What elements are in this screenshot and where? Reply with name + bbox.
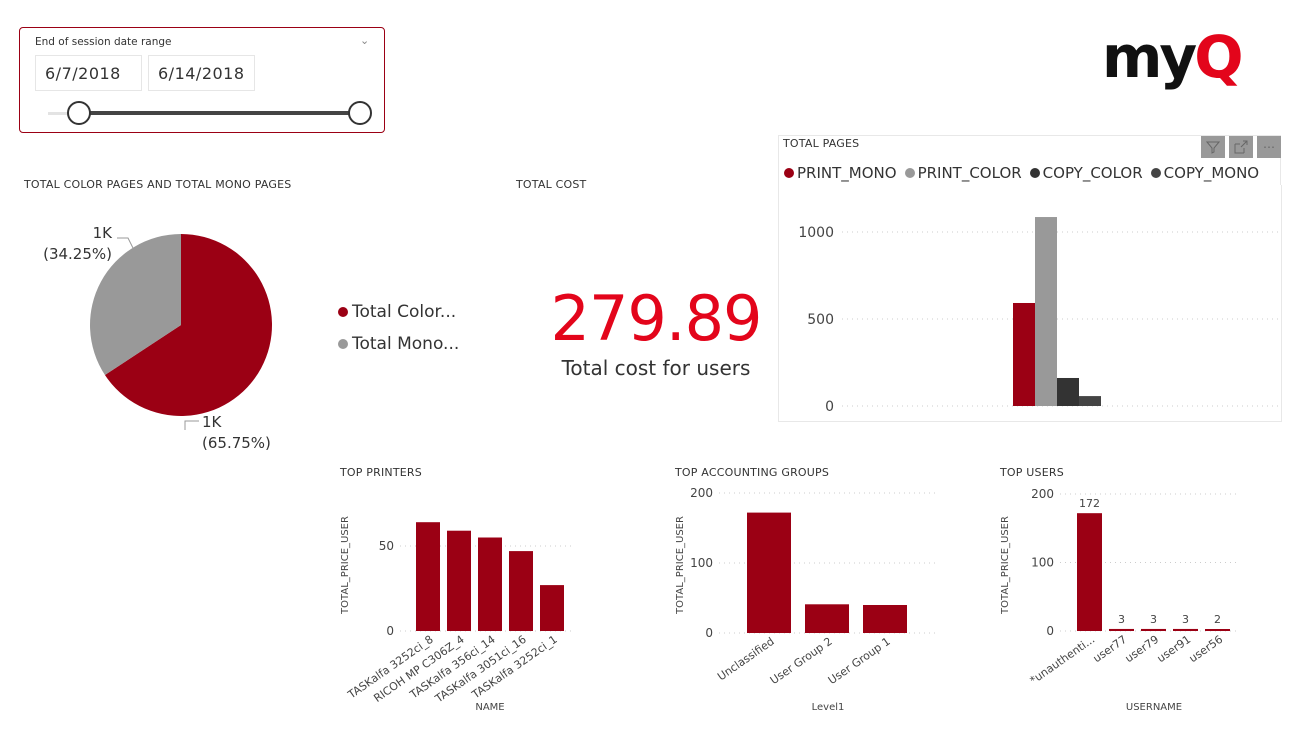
bar <box>1141 628 1166 631</box>
bar <box>478 537 502 631</box>
bar <box>1077 513 1102 631</box>
pie-leader-line <box>117 237 134 249</box>
top-users-chart: 0 100 200 172 *unauthenti... 3 user77 3 user79 3 u… <box>1000 487 1240 713</box>
bar <box>1109 628 1134 631</box>
x-tick-label: User Group 1 <box>826 635 893 687</box>
x-tick-label: user56 <box>1187 633 1226 665</box>
legend-item[interactable]: COPY_COLOR <box>1029 164 1143 182</box>
pie-data-label: 1K <box>93 224 114 242</box>
data-label: 3 <box>1118 613 1125 626</box>
top-users-title: TOP USERS <box>1000 466 1064 479</box>
chevron-down-icon[interactable]: ⌄ <box>360 34 369 47</box>
top-groups-title: TOP ACCOUNTING GROUPS <box>675 466 830 479</box>
x-tick-label: user79 <box>1123 633 1162 665</box>
legend-item[interactable]: PRINT_MONO <box>784 164 897 182</box>
legend-label: PRINT_MONO <box>797 164 897 182</box>
legend-label: PRINT_COLOR <box>917 164 1022 182</box>
top-printers-chart: 050TASKalfa 3252ci_8RICOH MP C306Z_4TASK… <box>340 516 575 713</box>
bar <box>805 604 849 633</box>
pie-leader-line <box>184 420 199 430</box>
x-tick-label: User Group 2 <box>768 635 835 687</box>
legend-dot <box>1029 168 1040 178</box>
total-pages-legend: PRINT_MONO PRINT_COLOR COPY_COLOR COPY_MONO <box>784 164 1259 182</box>
kpi-label: Total cost for users <box>561 356 751 380</box>
legend-label: COPY_COLOR <box>1042 164 1143 182</box>
legend-dot <box>784 168 794 178</box>
legend-item[interactable]: COPY_MONO <box>1150 164 1260 182</box>
pie-chart: 1K (65.75%) 1K (34.25%) <box>43 224 272 452</box>
y-axis-title: TOTAL_PRICE_USER <box>340 516 351 615</box>
y-axis-title: TOTAL_PRICE_USER <box>1000 516 1011 615</box>
logo-text-q: Q <box>1194 23 1243 91</box>
start-date-input[interactable]: 6/7/2018 <box>35 55 142 91</box>
slider-track-active[interactable] <box>79 111 360 115</box>
logo-text-my: my <box>1102 23 1197 91</box>
legend-dot <box>1150 168 1161 178</box>
total-pages-title: TOTAL PAGES <box>783 137 860 150</box>
slider-start-handle[interactable] <box>67 101 91 125</box>
slicer-title: End of session date range <box>35 36 172 48</box>
date-range-slicer: End of session date range ⌄ 6/7/2018 6/1… <box>19 27 385 133</box>
bar <box>447 530 471 631</box>
kpi-title: TOTAL COST <box>516 178 587 191</box>
filter-icon[interactable] <box>1201 136 1225 158</box>
bar <box>747 512 791 633</box>
y-tick-label: 200 <box>690 486 713 500</box>
pie-legend-mono[interactable]: Total Mono... <box>338 334 459 354</box>
pie-data-label: (34.25%) <box>43 245 112 263</box>
legend-dot-mono <box>338 339 348 349</box>
legend-label-color: Total Color... <box>352 302 457 322</box>
legend-dot <box>904 168 915 178</box>
y-tick-label: 500 <box>807 312 834 328</box>
bar <box>509 551 533 631</box>
legend-dot-color <box>338 307 348 317</box>
legend-label: COPY_MONO <box>1163 164 1260 182</box>
top-printers-title: TOP PRINTERS <box>340 466 422 479</box>
total-pages-chart: 0 500 1000 <box>798 217 1280 415</box>
y-tick-label: 1000 <box>798 225 834 241</box>
kpi-value: 279.89 <box>550 282 763 355</box>
pie-data-label: 1K <box>202 413 223 431</box>
pie-chart-title: TOTAL COLOR PAGES AND TOTAL MONO PAGES <box>24 178 292 191</box>
y-tick-label: 0 <box>705 626 713 640</box>
bar-copy_mono <box>1079 396 1101 406</box>
bar-print_color <box>1035 217 1057 406</box>
x-axis-title: USERNAME <box>1126 702 1182 713</box>
pie-legend-color[interactable]: Total Color... <box>338 302 456 322</box>
y-tick-label: 0 <box>1046 624 1054 638</box>
bar <box>863 605 907 633</box>
pie-data-label: (65.75%) <box>202 434 271 452</box>
bar <box>416 522 440 631</box>
data-label: 3 <box>1182 613 1189 626</box>
bar-print_mono <box>1013 302 1035 406</box>
bar <box>540 585 564 631</box>
x-tick-label: user91 <box>1155 633 1194 665</box>
data-label: 2 <box>1214 613 1221 626</box>
x-axis-title: Level1 <box>812 702 845 713</box>
x-tick-label: user77 <box>1091 633 1130 665</box>
y-tick-label: 50 <box>379 539 394 553</box>
y-tick-label: 0 <box>386 624 394 638</box>
bar <box>1205 629 1230 631</box>
legend-label-mono: Total Mono... <box>352 334 460 354</box>
x-axis-title: NAME <box>475 702 504 713</box>
y-axis-title: TOTAL_PRICE_USER <box>675 516 686 615</box>
y-tick-label: 100 <box>690 556 713 570</box>
legend-item[interactable]: PRINT_COLOR <box>904 164 1022 182</box>
bar <box>1173 628 1198 631</box>
y-tick-label: 200 <box>1031 487 1054 501</box>
slider-end-handle[interactable] <box>348 101 372 125</box>
more-options-icon[interactable]: ⋯ <box>1257 136 1281 158</box>
focus-mode-icon[interactable] <box>1229 136 1253 158</box>
data-label: 3 <box>1150 613 1157 626</box>
y-tick-label: 100 <box>1031 556 1054 570</box>
myq-logo: myQ <box>1102 28 1244 86</box>
x-tick-label: *unauthenti... <box>1027 633 1097 687</box>
end-date-input[interactable]: 6/14/2018 <box>148 55 255 91</box>
data-label: 172 <box>1079 497 1100 510</box>
top-groups-chart: 0100200UnclassifiedUser Group 2User Grou… <box>675 486 935 713</box>
bar-copy_color <box>1057 377 1079 406</box>
y-tick-label: 0 <box>825 399 834 415</box>
